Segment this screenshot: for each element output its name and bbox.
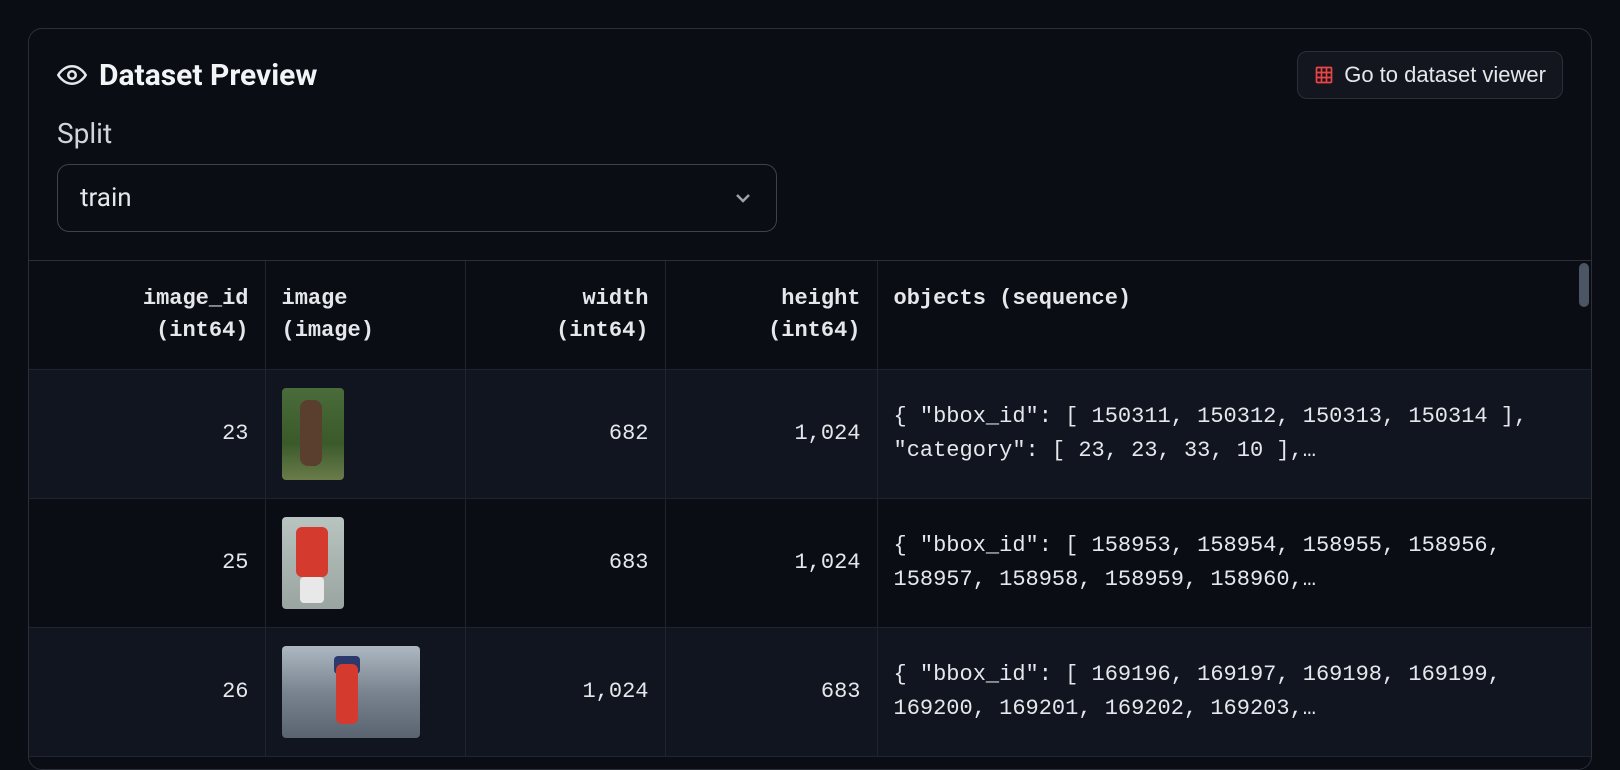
col-header-width[interactable]: width(int64) bbox=[465, 261, 665, 369]
grid-icon bbox=[1314, 65, 1334, 85]
page-title: Dataset Preview bbox=[99, 58, 317, 93]
image-thumbnail[interactable] bbox=[282, 388, 344, 480]
split-select-wrap: train bbox=[57, 164, 777, 232]
cell-objects: { "bbox_id": [ 150311, 150312, 150313, 1… bbox=[877, 369, 1591, 498]
split-section: Split train bbox=[29, 99, 1591, 232]
cell-objects: { "bbox_id": [ 158953, 158954, 158955, 1… bbox=[877, 498, 1591, 627]
cell-image-id: 25 bbox=[29, 498, 265, 627]
table-row[interactable]: 25 683 1,024 { "bbox_id": [ 158953, 1589… bbox=[29, 498, 1591, 627]
cell-height: 1,024 bbox=[665, 498, 877, 627]
col-header-height[interactable]: height(int64) bbox=[665, 261, 877, 369]
col-header-image[interactable]: image(image) bbox=[265, 261, 465, 369]
go-to-dataset-viewer-button[interactable]: Go to dataset viewer bbox=[1297, 51, 1563, 99]
cell-width: 1,024 bbox=[465, 627, 665, 756]
panel-header: Dataset Preview Go to dataset viewer bbox=[29, 29, 1591, 99]
dataset-table: image_id(int64) image(image) width(int64… bbox=[29, 261, 1591, 757]
cell-image bbox=[265, 369, 465, 498]
split-label: Split bbox=[57, 117, 1563, 150]
title-group: Dataset Preview bbox=[57, 58, 317, 93]
table-container: image_id(int64) image(image) width(int64… bbox=[29, 260, 1591, 757]
cell-height: 1,024 bbox=[665, 369, 877, 498]
table-header-row: image_id(int64) image(image) width(int64… bbox=[29, 261, 1591, 369]
eye-icon bbox=[57, 60, 87, 90]
cell-width: 683 bbox=[465, 498, 665, 627]
col-header-image-id[interactable]: image_id(int64) bbox=[29, 261, 265, 369]
cell-image-id: 26 bbox=[29, 627, 265, 756]
cell-image bbox=[265, 627, 465, 756]
split-select[interactable]: train bbox=[57, 164, 777, 232]
cell-image-id: 23 bbox=[29, 369, 265, 498]
cell-image bbox=[265, 498, 465, 627]
cell-objects: { "bbox_id": [ 169196, 169197, 169198, 1… bbox=[877, 627, 1591, 756]
cell-height: 683 bbox=[665, 627, 877, 756]
table-row[interactable]: 26 1,024 683 { "bbox_id": [ 169196, 1691… bbox=[29, 627, 1591, 756]
scrollbar-thumb[interactable] bbox=[1579, 263, 1589, 307]
dataset-preview-panel: Dataset Preview Go to dataset viewer Spl… bbox=[28, 28, 1592, 770]
image-thumbnail[interactable] bbox=[282, 646, 420, 738]
viewer-button-label: Go to dataset viewer bbox=[1344, 62, 1546, 88]
col-header-objects[interactable]: objects (sequence) bbox=[877, 261, 1591, 369]
image-thumbnail[interactable] bbox=[282, 517, 344, 609]
cell-width: 682 bbox=[465, 369, 665, 498]
table-row[interactable]: 23 682 1,024 { "bbox_id": [ 150311, 1503… bbox=[29, 369, 1591, 498]
